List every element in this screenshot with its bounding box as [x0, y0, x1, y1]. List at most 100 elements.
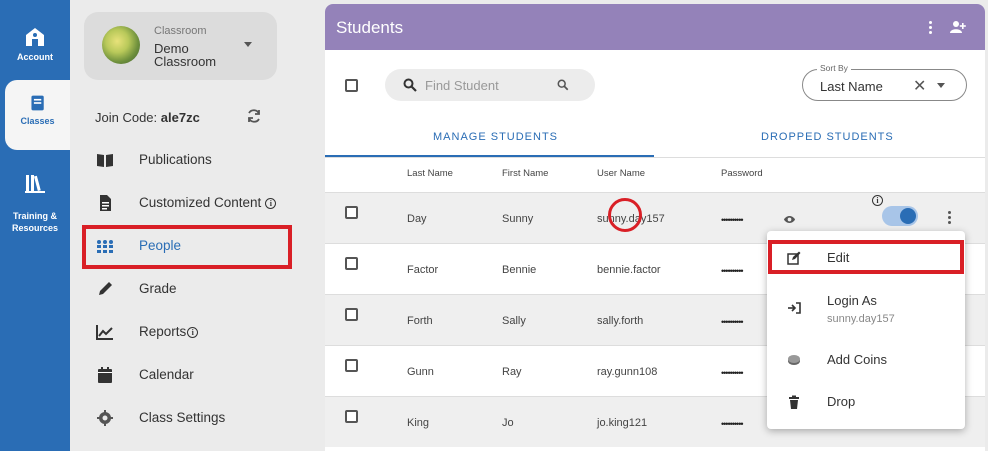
cell-first-name: Sally — [502, 315, 526, 327]
nav-label-calendar: Calendar — [139, 367, 194, 382]
cell-first-name: Bennie — [502, 264, 537, 276]
cell-first-name: Sunny — [502, 213, 534, 225]
info-icon[interactable]: i — [872, 195, 883, 206]
students-header: Students — [325, 4, 985, 50]
sort-by-value: Last Name — [820, 79, 883, 94]
more-vert-icon[interactable] — [929, 21, 933, 35]
nav-item-class-settings[interactable]: Class Settings — [70, 400, 310, 436]
menu-label-add-coins: Add Coins — [827, 352, 887, 367]
nav-item-reports[interactable]: Reports i — [70, 314, 310, 350]
chevron-down-icon[interactable] — [244, 42, 252, 47]
chevron-down-icon[interactable] — [937, 83, 945, 88]
cell-password: •••••••••• — [721, 266, 743, 276]
nav-text-customized-content: Customized Content — [139, 195, 262, 210]
cell-user-name: jo.king121 — [597, 417, 648, 429]
cell-first-name: Jo — [502, 417, 514, 429]
rail-label-classes: Classes — [20, 116, 55, 126]
add-user-icon[interactable] — [950, 19, 966, 35]
row-checkbox[interactable] — [345, 206, 358, 219]
pencil-icon — [99, 282, 112, 295]
menu-item-add-coins[interactable]: Add Coins — [767, 343, 965, 375]
cell-last-name: Day — [407, 213, 427, 225]
search-submit-icon[interactable] — [557, 79, 569, 91]
select-all-checkbox[interactable] — [345, 79, 358, 92]
column-header-first-name[interactable]: First Name — [502, 168, 548, 179]
nav-label-customized-content: Customized Content i — [139, 195, 277, 210]
column-header-last-name[interactable]: Last Name — [407, 168, 453, 179]
cell-password: •••••••••• — [721, 419, 743, 429]
trash-icon — [789, 395, 799, 409]
account-toggle[interactable] — [882, 206, 918, 226]
toggle-knob — [900, 208, 916, 224]
home-icon — [26, 28, 44, 46]
cell-first-name: Ray — [502, 366, 522, 378]
row-checkbox[interactable] — [345, 410, 358, 423]
cell-last-name: Forth — [407, 315, 433, 327]
column-header-password[interactable]: Password — [721, 168, 763, 179]
rail-item-classes[interactable]: Classes — [5, 80, 70, 150]
left-rail: Account Classes Training & Resources — [0, 0, 70, 451]
book-open-icon — [97, 154, 113, 167]
library-icon — [25, 175, 45, 193]
class-selector[interactable]: Classroom Demo Classroom — [84, 12, 277, 80]
class-name: Demo Classroom — [154, 41, 217, 69]
row-menu-highlight-ring — [608, 198, 642, 232]
cell-user-name: sally.forth — [597, 315, 644, 327]
menu-item-drop[interactable]: Drop — [767, 386, 965, 418]
search-icon — [403, 78, 417, 92]
tab-dropped-students[interactable]: DROPPED STUDENTS — [761, 131, 894, 143]
info-icon[interactable]: i — [265, 197, 277, 209]
more-vert-icon[interactable] — [948, 211, 952, 225]
cell-last-name: King — [407, 417, 430, 429]
class-avatar — [102, 26, 140, 64]
join-code-value: ale7zc — [160, 110, 200, 125]
menu-label-drop: Drop — [827, 394, 856, 409]
refresh-icon[interactable] — [246, 108, 262, 124]
menu-label-login-as: Login As — [827, 293, 877, 308]
clear-icon[interactable]: ✕ — [913, 76, 926, 96]
tab-divider — [325, 157, 985, 158]
cell-password: •••••••••• — [721, 368, 743, 378]
rail-label-training: Training & Resources — [11, 211, 59, 233]
cell-last-name: Factor — [407, 264, 439, 276]
tab-manage-students[interactable]: MANAGE STUDENTS — [433, 131, 558, 143]
sort-by-select[interactable]: Sort By Last Name ✕ — [802, 63, 967, 101]
row-checkbox[interactable] — [345, 257, 358, 270]
sort-by-label: Sort By — [817, 63, 851, 73]
cell-user-name: ray.gunn108 — [597, 366, 658, 378]
cell-user-name: bennie.factor — [597, 264, 661, 276]
cell-password: •••••••••• — [721, 215, 743, 225]
row-checkbox[interactable] — [345, 359, 358, 372]
class-kicker: Classroom — [154, 25, 207, 37]
book-icon — [30, 95, 44, 111]
eye-icon[interactable] — [783, 213, 796, 226]
rail-item-training[interactable]: Training & Resources — [0, 160, 70, 234]
menu-sub-login-user: sunny.day157 — [827, 313, 895, 325]
info-icon[interactable]: i — [187, 326, 199, 338]
trend-icon — [96, 325, 113, 340]
document-icon — [100, 195, 111, 211]
column-header-user-name[interactable]: User Name — [597, 168, 645, 179]
nav-item-publications[interactable]: Publications — [70, 142, 310, 178]
login-icon — [788, 302, 801, 314]
search-field[interactable]: Find Student — [385, 69, 595, 101]
row-checkbox[interactable] — [345, 308, 358, 321]
cell-last-name: Gunn — [407, 366, 434, 378]
search-input[interactable]: Find Student — [425, 78, 499, 93]
nav-item-calendar[interactable]: Calendar — [70, 357, 310, 393]
nav-item-customized-content[interactable]: Customized Content i — [70, 185, 310, 221]
coins-icon — [788, 355, 800, 365]
people-highlight-box — [82, 225, 292, 269]
nav-label-class-settings: Class Settings — [139, 410, 226, 425]
rail-item-account[interactable]: Account — [0, 26, 70, 62]
rail-label-account: Account — [17, 52, 53, 62]
menu-item-login-as[interactable]: Login As sunny.day157 — [767, 283, 965, 333]
edit-highlight-box — [768, 240, 964, 274]
nav-label-grade: Grade — [139, 281, 177, 296]
nav-text-reports: Reports — [139, 324, 187, 339]
page-title: Students — [336, 18, 404, 37]
calendar-icon — [98, 367, 112, 383]
join-code: Join Code: ale7zc — [95, 110, 200, 125]
nav-item-grade[interactable]: Grade — [70, 271, 310, 307]
join-code-label: Join Code: — [95, 110, 158, 125]
